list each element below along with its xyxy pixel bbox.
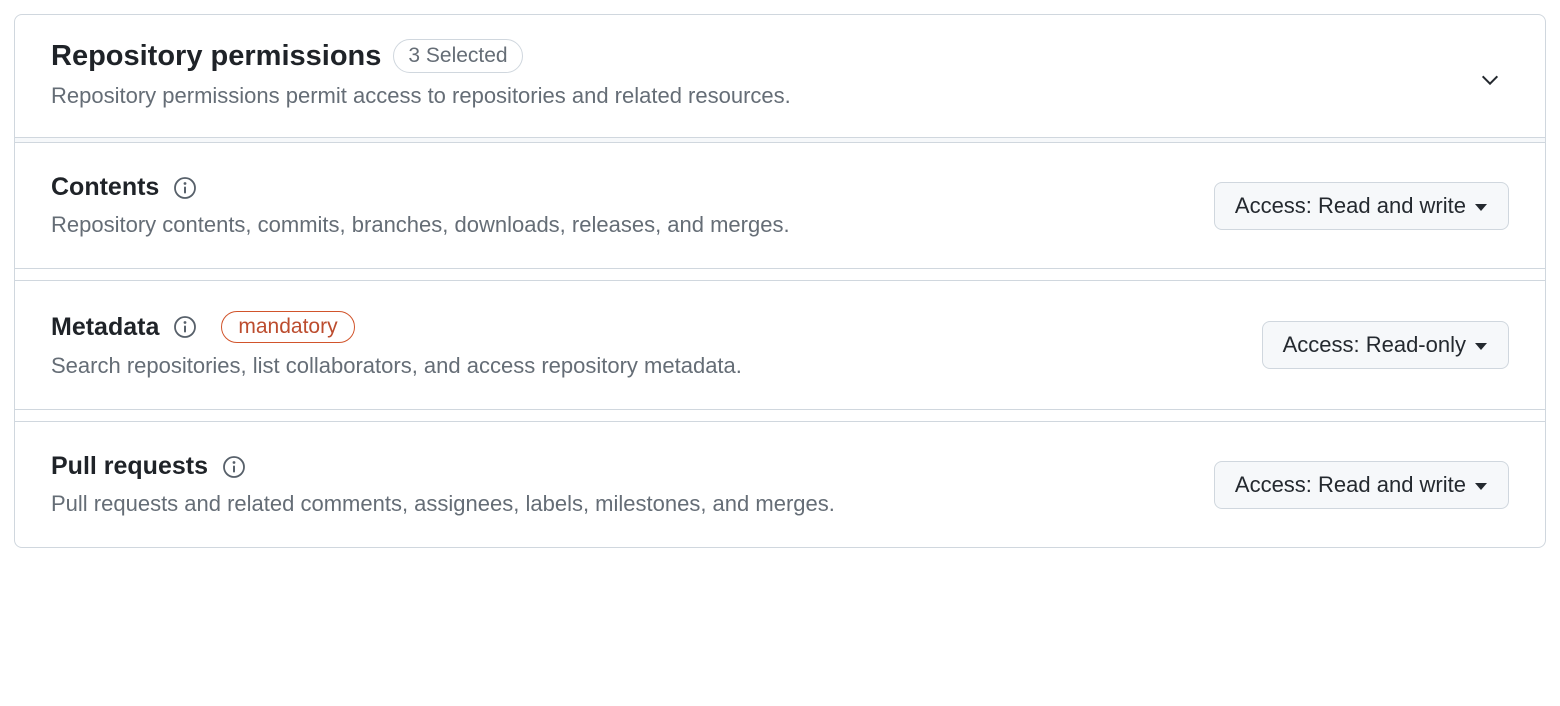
section-description: Repository permissions permit access to … (51, 83, 791, 109)
permission-title-row: Pull requests (51, 452, 835, 481)
selected-count-badge: 3 Selected (393, 39, 522, 73)
collapse-toggle[interactable] (1479, 39, 1509, 96)
permissions-header[interactable]: Repository permissions 3 Selected Reposi… (15, 15, 1545, 138)
mandatory-badge: mandatory (221, 311, 354, 343)
header-title-row: Repository permissions 3 Selected (51, 39, 791, 73)
caret-down-icon (1474, 332, 1488, 358)
permission-row-metadata: Metadata mandatory Search repositories, … (15, 281, 1545, 410)
permission-description: Search repositories, list collaborators,… (51, 353, 742, 379)
row-divider (15, 410, 1545, 422)
permission-row-pull-requests: Pull requests Pull requests and related … (15, 422, 1545, 547)
permission-info: Pull requests Pull requests and related … (51, 452, 835, 517)
info-icon[interactable] (222, 455, 246, 479)
row-divider (15, 269, 1545, 281)
access-label: Access: Read-only (1283, 332, 1466, 358)
access-dropdown-pull-requests[interactable]: Access: Read and write (1214, 461, 1509, 509)
info-icon[interactable] (173, 315, 197, 339)
permission-info: Metadata mandatory Search repositories, … (51, 311, 742, 379)
caret-down-icon (1474, 193, 1488, 219)
permission-title-row: Metadata mandatory (51, 311, 742, 343)
permissions-panel: Repository permissions 3 Selected Reposi… (14, 14, 1546, 548)
permission-info: Contents Repository contents, commits, b… (51, 173, 790, 238)
header-content: Repository permissions 3 Selected Reposi… (51, 39, 791, 109)
access-dropdown-metadata[interactable]: Access: Read-only (1262, 321, 1509, 369)
info-icon[interactable] (173, 176, 197, 200)
permission-title: Metadata (51, 313, 159, 342)
access-label: Access: Read and write (1235, 193, 1466, 219)
caret-down-icon (1474, 472, 1488, 498)
permission-description: Pull requests and related comments, assi… (51, 491, 835, 517)
section-title: Repository permissions (51, 40, 381, 73)
permission-title: Pull requests (51, 452, 208, 481)
permission-title-row: Contents (51, 173, 790, 202)
permission-title: Contents (51, 173, 159, 202)
chevron-down-icon (1479, 78, 1501, 95)
permission-description: Repository contents, commits, branches, … (51, 212, 790, 238)
access-dropdown-contents[interactable]: Access: Read and write (1214, 182, 1509, 230)
access-label: Access: Read and write (1235, 472, 1466, 498)
permission-row-contents: Contents Repository contents, commits, b… (15, 143, 1545, 269)
